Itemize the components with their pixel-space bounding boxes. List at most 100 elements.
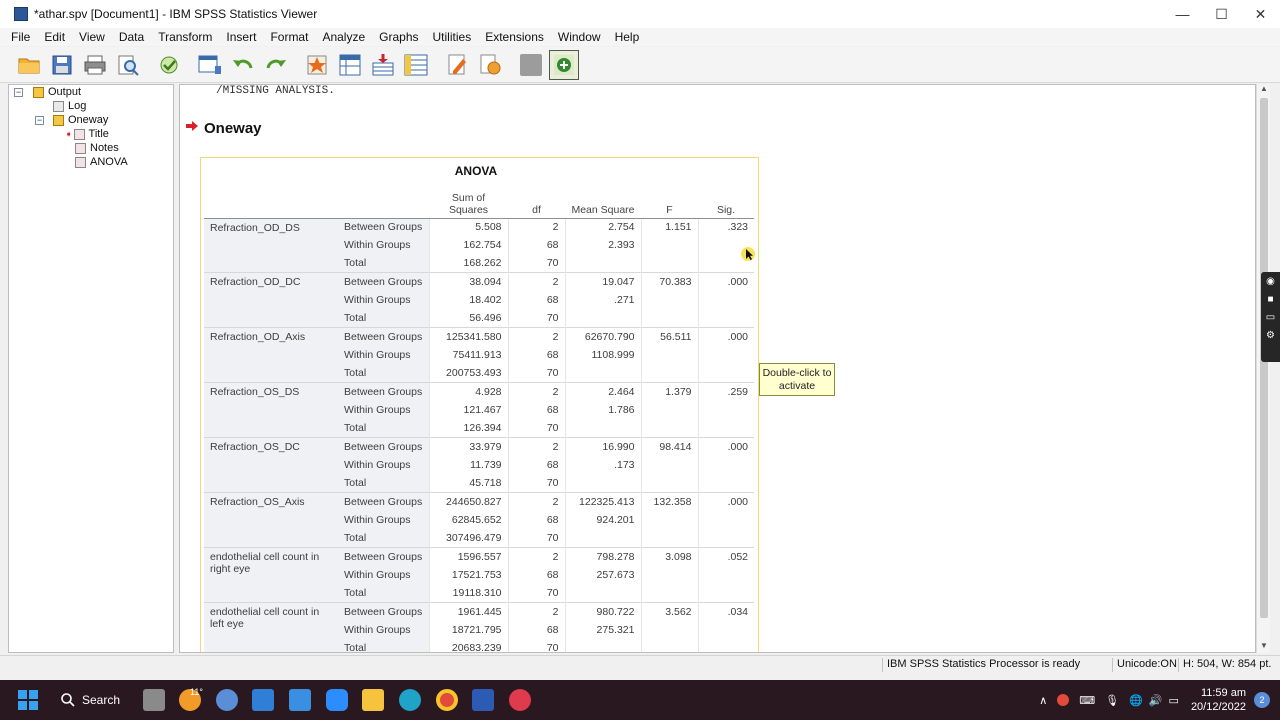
scroll-up-icon[interactable]: ▲: [1257, 84, 1271, 96]
sum-of-squares-cell: 20683.239: [428, 638, 508, 652]
goto-case-button[interactable]: [302, 50, 332, 80]
anova-pivot-table[interactable]: ANOVA Sum of Squares df Mean Square F Si…: [200, 157, 759, 652]
processor-status: IBM SPSS Statistics Processor is ready: [882, 658, 1080, 672]
undo-icon: [233, 59, 253, 68]
mean-square-cell: [564, 364, 641, 383]
disabled-button[interactable]: [516, 50, 546, 80]
menu-file[interactable]: File: [4, 30, 37, 44]
chrome-icon[interactable]: [436, 689, 458, 711]
word-icon[interactable]: [472, 689, 494, 711]
menu-view[interactable]: View: [72, 30, 112, 44]
video-icon[interactable]: ■: [1261, 290, 1280, 308]
zoom-icon[interactable]: [326, 689, 348, 711]
outline-item-output[interactable]: Output: [33, 85, 81, 99]
insert-heading-button[interactable]: [442, 50, 472, 80]
variable-label: Refraction_OD_Axis: [204, 327, 338, 383]
source-label: Total: [338, 254, 429, 273]
add-output-button[interactable]: [549, 49, 579, 80]
collapse-output-toggle[interactable]: −: [14, 88, 23, 97]
notification-badge[interactable]: 2: [1254, 692, 1270, 708]
mail-icon[interactable]: [252, 689, 274, 711]
export-icon: [160, 56, 178, 73]
source-label: Within Groups: [338, 565, 429, 584]
source-label: Within Groups: [338, 346, 429, 365]
df-cell: 68: [507, 346, 565, 365]
menu-analyze[interactable]: Analyze: [315, 30, 372, 44]
menu-utilities[interactable]: Utilities: [426, 30, 479, 44]
table-row: Refraction_OD_DS Between Groups 5.508 2 2.75…: [204, 218, 754, 273]
spss-taskbar-icon[interactable]: [216, 689, 238, 711]
outline-item-notes[interactable]: Notes: [75, 141, 119, 155]
export-button[interactable]: [154, 50, 184, 80]
file-explorer-icon[interactable]: [362, 689, 384, 711]
menu-extensions[interactable]: Extensions: [478, 30, 551, 44]
outline-item-title[interactable]: ➧ Title: [65, 127, 109, 141]
menu-window[interactable]: Window: [551, 30, 608, 44]
window-capture-icon[interactable]: ▭: [1261, 308, 1280, 326]
save-button[interactable]: [47, 50, 77, 80]
sig-cell: [697, 565, 754, 584]
microphone-icon[interactable]: 🎙: [1105, 694, 1119, 707]
sig-cell: [697, 620, 754, 639]
insert-title-button[interactable]: [475, 50, 505, 80]
insert-cases-button[interactable]: [368, 50, 398, 80]
anova-table-grid: Sum of Squares df Mean Square F Sig. Ref…: [204, 184, 754, 652]
menu-graphs[interactable]: Graphs: [372, 30, 425, 44]
windows-start-icon[interactable]: [17, 689, 39, 711]
menu-format[interactable]: Format: [263, 30, 315, 44]
gear-icon[interactable]: ⚙: [1261, 326, 1280, 344]
outline-item-oneway[interactable]: Oneway: [53, 113, 108, 127]
outline-item-log[interactable]: Log: [53, 99, 86, 113]
sum-of-squares-cell: 121.467: [428, 400, 508, 420]
chrome-tray-icon[interactable]: [1057, 694, 1070, 706]
df-cell: 68: [507, 620, 565, 639]
minimize-button[interactable]: —: [1163, 0, 1202, 28]
sig-cell: .052: [697, 546, 754, 566]
df-cell: 68: [507, 455, 565, 475]
vertical-scrollbar[interactable]: ▲ ▼: [1256, 84, 1270, 653]
battery-icon[interactable]: ▭: [1169, 694, 1179, 707]
menu-help[interactable]: Help: [608, 30, 647, 44]
search-label: Search: [82, 693, 121, 707]
goto-variable-button[interactable]: [335, 50, 365, 80]
collapse-oneway-toggle[interactable]: −: [35, 116, 44, 125]
source-label: Total: [338, 364, 429, 383]
recorder-icon[interactable]: [509, 689, 531, 711]
table-row: Refraction_OS_DC Between Groups 33.979 2 16.…: [204, 437, 754, 493]
undo-button[interactable]: [228, 50, 258, 80]
mean-square-cell: 62670.790: [564, 327, 641, 347]
maximize-button[interactable]: ☐: [1202, 0, 1241, 28]
variable-label: endothelial cell count in left eye: [204, 601, 338, 652]
network-icon[interactable]: 🌐: [1129, 694, 1143, 707]
taskbar-search-button[interactable]: Search: [60, 688, 120, 712]
output-content-pane: /MISSING ANALYSIS. Oneway ANOVA Sum of S…: [179, 84, 1256, 653]
outline-item-label: ANOVA: [90, 156, 128, 168]
scroll-down-icon[interactable]: ▼: [1257, 641, 1271, 653]
edge-icon[interactable]: [399, 689, 421, 711]
menu-data[interactable]: Data: [112, 30, 151, 44]
f-cell: 70.383: [640, 272, 698, 292]
close-button[interactable]: ✕: [1241, 0, 1280, 28]
print-preview-button[interactable]: [113, 50, 143, 80]
open-folder-button[interactable]: [14, 50, 44, 80]
task-view-icon[interactable]: [143, 689, 165, 711]
menu-insert[interactable]: Insert: [219, 30, 263, 44]
oneway-heading[interactable]: Oneway: [204, 120, 262, 137]
mean-square-cell: 275.321: [564, 620, 641, 639]
redo-button[interactable]: [261, 50, 291, 80]
chevron-up-icon[interactable]: ∧: [1039, 694, 1047, 707]
variables-button[interactable]: [401, 50, 431, 80]
keyboard-icon[interactable]: ⌨: [1079, 694, 1095, 707]
store-icon[interactable]: [289, 689, 311, 711]
toolbar: [0, 47, 1280, 83]
sum-of-squares-cell: 17521.753: [428, 565, 508, 584]
print-button[interactable]: [80, 50, 110, 80]
clock[interactable]: 11:59 am 20/12/2022: [1191, 686, 1246, 714]
header-sig: Sig.: [698, 184, 754, 219]
volume-icon[interactable]: 🔊: [1149, 694, 1163, 707]
menu-edit[interactable]: Edit: [37, 30, 72, 44]
recall-dialog-button[interactable]: [195, 50, 225, 80]
menu-transform[interactable]: Transform: [151, 30, 219, 44]
outline-item-anova[interactable]: ANOVA: [75, 155, 128, 169]
camera-icon[interactable]: ◉: [1261, 272, 1280, 290]
